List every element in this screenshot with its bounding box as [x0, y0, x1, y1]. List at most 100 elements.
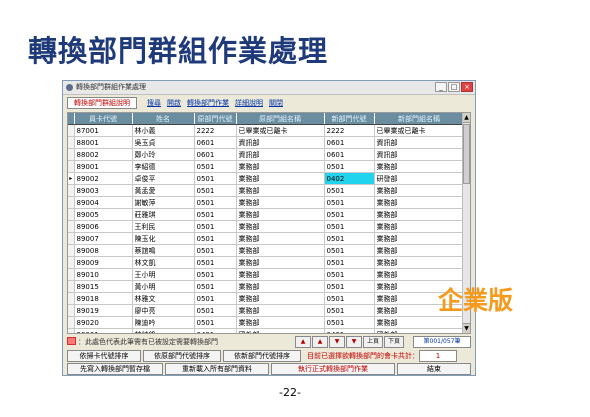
cell-old-code[interactable]: 0501 [194, 304, 237, 317]
cell-name[interactable]: 林雅文 [132, 292, 195, 305]
cell-name[interactable]: 黃小明 [132, 280, 195, 293]
cell-new-name[interactable]: 業務部 [374, 184, 465, 197]
cell-name[interactable]: 黃孟愛 [132, 184, 195, 197]
cell-name[interactable]: 鄭小玲 [132, 148, 195, 161]
table-row[interactable]: 89018 林雅文 0501 業務部 0501 業務部 [68, 292, 465, 305]
cell-card-id[interactable]: 89001 [74, 160, 133, 173]
prev-record-button[interactable]: ▲ [312, 336, 328, 348]
cell-new-code[interactable]: 0501 [324, 256, 375, 269]
cell-card-id[interactable]: 89005 [74, 208, 133, 221]
cell-name[interactable]: 王小明 [132, 268, 195, 281]
cell-old-code[interactable]: 0501 [194, 220, 237, 233]
cell-card-id[interactable]: 89015 [74, 280, 133, 293]
cell-card-id[interactable]: 89010 [74, 268, 133, 281]
cell-old-name[interactable]: 已畢業或已離卡 [236, 124, 325, 137]
cell-name[interactable]: 陳迪吟 [132, 316, 195, 329]
table-row[interactable]: 90001林純鋒0401國外部0401國外部 [68, 328, 465, 333]
cell-new-code[interactable]: 0601 [324, 136, 375, 149]
cell-old-name[interactable]: 業務部 [236, 184, 325, 197]
cell-old-name[interactable]: 業務部 [236, 304, 325, 317]
cell-new-name[interactable]: 業務部 [374, 160, 465, 173]
link-close[interactable]: 關閉 [269, 97, 283, 109]
cell-old-code[interactable]: 0501 [194, 244, 237, 257]
cell-new-code[interactable]: 0501 [324, 196, 375, 209]
cell-name[interactable]: 陳玉化 [132, 232, 195, 245]
window-titlebar[interactable]: 轉換部門群組作業處理 _ □ × [63, 81, 475, 95]
cell-new-name[interactable]: 資訊部 [374, 136, 465, 149]
cell-card-id[interactable]: 89019 [74, 304, 133, 317]
cell-old-code[interactable]: 0501 [194, 280, 237, 293]
sort-by-new-dept-button[interactable]: 依新部門代號排序 [223, 350, 301, 362]
cell-old-code[interactable]: 0601 [194, 148, 237, 161]
cell-new-name[interactable]: 業務部 [374, 196, 465, 209]
cell-new-name[interactable]: 業務部 [374, 244, 465, 257]
cell-new-name[interactable]: 業務部 [374, 220, 465, 233]
cell-old-code[interactable]: 0501 [194, 208, 237, 221]
header-new-name[interactable]: 新部門組名稱 [374, 113, 465, 125]
cell-new-code[interactable]: 0501 [324, 280, 375, 293]
table-row[interactable]: ▸ 89002 卓俊平 0501 業務部 0402 研發部 [68, 172, 465, 185]
cell-old-name[interactable]: 業務部 [236, 172, 325, 185]
cell-new-name[interactable]: 業務部 [374, 316, 465, 329]
tab-help[interactable]: 轉換部門群組說明 [67, 97, 137, 109]
cell-name[interactable]: 林純鋒 [132, 328, 195, 333]
cell-new-code[interactable]: 0501 [324, 220, 375, 233]
cell-new-code[interactable]: 0501 [324, 208, 375, 221]
close-button[interactable]: × [461, 82, 473, 92]
cell-old-code[interactable]: 0501 [194, 268, 237, 281]
link-details[interactable]: 詳細說明 [235, 97, 263, 109]
cell-name[interactable]: 蔡誼鳴 [132, 244, 195, 257]
cell-new-name[interactable]: 業務部 [374, 268, 465, 281]
cell-name[interactable]: 王利民 [132, 220, 195, 233]
table-row[interactable]: 89019 廖中亮 0501 業務部 0501 業務部 [68, 304, 465, 317]
cell-card-id[interactable]: 89004 [74, 196, 133, 209]
cell-new-code[interactable]: 0601 [324, 148, 375, 161]
cell-new-code[interactable]: 0402 [324, 172, 375, 185]
write-temp-file-button[interactable]: 先寫入轉換部門暫存檔 [67, 363, 163, 375]
cell-old-name[interactable]: 業務部 [236, 232, 325, 245]
cell-new-name[interactable]: 研發部 [374, 172, 465, 185]
table-row[interactable]: 89010 王小明 0501 業務部 0501 業務部 [68, 268, 465, 281]
cell-old-name[interactable]: 業務部 [236, 268, 325, 281]
cell-new-code[interactable]: 0501 [324, 304, 375, 317]
cell-new-name[interactable]: 業務部 [374, 256, 465, 269]
cell-name[interactable]: 廖中亮 [132, 304, 195, 317]
execute-conversion-button[interactable]: 執行正式轉換部門作業 [271, 363, 395, 375]
cell-old-code[interactable]: 0501 [194, 160, 237, 173]
cell-card-id[interactable]: 89003 [74, 184, 133, 197]
cell-name[interactable]: 莊雅琪 [132, 208, 195, 221]
table-row[interactable]: 89008 蔡誼鳴 0501 業務部 0501 業務部 [68, 244, 465, 257]
table-row[interactable]: 89015 黃小明 0501 業務部 0501 業務部 [68, 280, 465, 293]
scroll-down-icon[interactable]: ▼ [463, 323, 470, 333]
cell-new-code[interactable]: 2222 [324, 124, 375, 137]
cell-new-code[interactable]: 0501 [324, 232, 375, 245]
cell-old-code[interactable]: 2222 [194, 124, 237, 137]
cell-old-name[interactable]: 業務部 [236, 208, 325, 221]
cell-new-code[interactable]: 0501 [324, 184, 375, 197]
cell-old-name[interactable]: 業務部 [236, 244, 325, 257]
table-row[interactable]: 89004 謝敏萍 0501 業務部 0501 業務部 [68, 196, 465, 209]
cell-old-name[interactable]: 資訊部 [236, 136, 325, 149]
exit-button[interactable]: 結束 [397, 363, 471, 375]
cell-card-id[interactable]: 89007 [74, 232, 133, 245]
table-row[interactable]: 89001 李紹德 0501 業務部 0501 業務部 [68, 160, 465, 173]
cell-old-name[interactable]: 業務部 [236, 160, 325, 173]
first-record-button[interactable]: ▲ [295, 336, 311, 348]
table-row[interactable]: 89020 陳迪吟 0501 業務部 0501 業務部 [68, 316, 465, 329]
cell-old-name[interactable]: 業務部 [236, 292, 325, 305]
table-row[interactable]: 87001 林小義 2222 已畢業或已離卡 2222 已畢業或已離卡 [68, 124, 465, 137]
cell-name[interactable]: 卓俊平 [132, 172, 195, 185]
table-row[interactable]: 89006 王利民 0501 業務部 0501 業務部 [68, 220, 465, 233]
cell-card-id[interactable]: 89020 [74, 316, 133, 329]
cell-old-code[interactable]: 0401 [194, 328, 237, 333]
cell-name[interactable]: 吳玉貞 [132, 136, 195, 149]
cell-card-id[interactable]: 90001 [74, 328, 133, 333]
header-old-name[interactable]: 原部門組名稱 [236, 113, 325, 125]
cell-old-code[interactable]: 0501 [194, 316, 237, 329]
cell-old-code[interactable]: 0501 [194, 256, 237, 269]
last-record-button[interactable]: ▼ [346, 336, 362, 348]
table-row[interactable]: 89009 林文凱 0501 業務部 0501 業務部 [68, 256, 465, 269]
header-new-code[interactable]: 新部門代號 [324, 113, 375, 125]
cell-old-name[interactable]: 業務部 [236, 256, 325, 269]
scroll-up-icon[interactable]: ▲ [463, 113, 470, 123]
